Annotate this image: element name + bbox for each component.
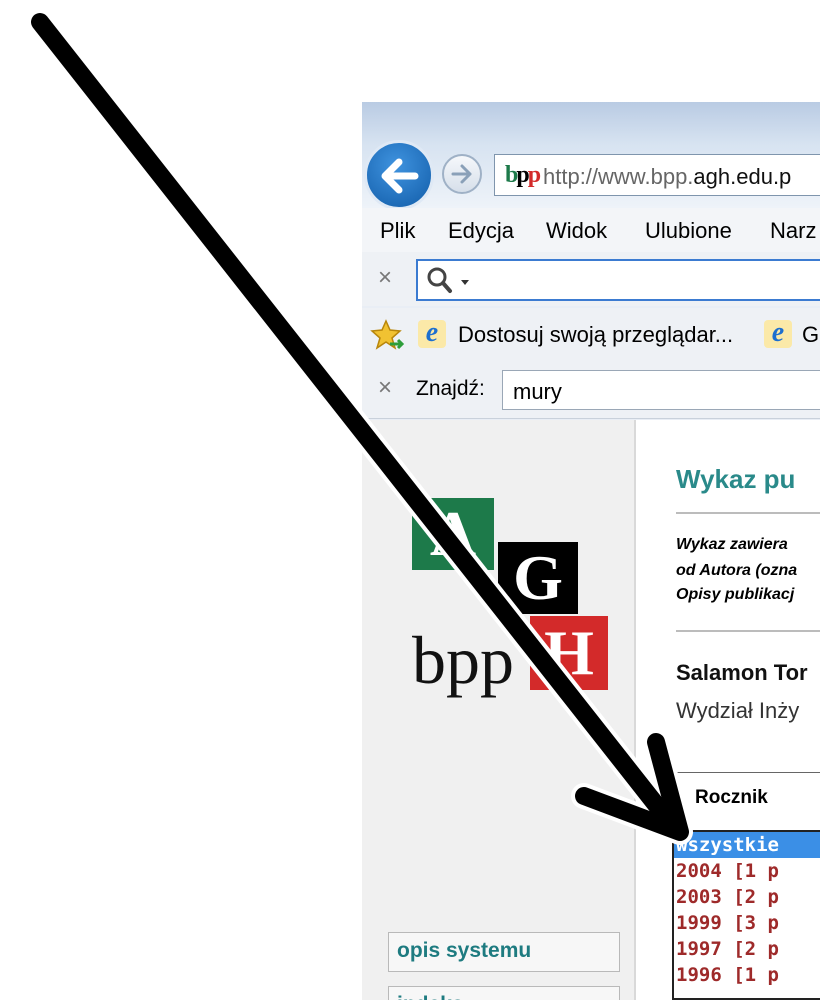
favorite-link-dostosuj[interactable]: Dostosuj swoją przeglądar... xyxy=(458,322,733,348)
address-url: http://www.bpp.agh.edu.p xyxy=(543,164,791,190)
ie-page-icon: e xyxy=(418,319,446,348)
left-sidebar: A G H bpp opis systemu indeks xyxy=(362,420,636,1000)
browser-window: bpp http://www.bpp.agh.edu.p Plik Edycja… xyxy=(362,102,820,1000)
menu-plik[interactable]: Plik xyxy=(380,218,415,244)
logo-g: G xyxy=(498,542,578,614)
back-button[interactable] xyxy=(364,140,434,210)
divider xyxy=(676,630,820,632)
page-content: A G H bpp opis systemu indeks Wykaz pu W… xyxy=(362,420,820,1000)
menu-widok[interactable]: Widok xyxy=(546,218,607,244)
search-toolbar: × xyxy=(362,252,820,306)
url-host: agh.edu.p xyxy=(693,164,792,189)
close-icon[interactable]: × xyxy=(378,374,392,402)
back-arrow-icon xyxy=(381,158,419,194)
page-title: Wykaz pu xyxy=(676,464,796,494)
description-line-1: Wykaz zawiera xyxy=(676,536,788,553)
year-option-1996[interactable]: 1996 [1 p xyxy=(674,962,820,988)
year-select-list[interactable]: wszystkie 2004 [1 p 2003 [2 p 1999 [3 p … xyxy=(672,830,820,1000)
logo-bpp-text: bpp xyxy=(412,622,514,698)
ie-page-icon: e xyxy=(764,319,792,348)
dropdown-caret-icon xyxy=(461,280,469,285)
divider xyxy=(676,512,820,514)
find-input[interactable]: mury xyxy=(502,370,820,410)
menu-narzedzia[interactable]: Narz xyxy=(770,218,816,244)
favorite-link-g[interactable]: G xyxy=(802,322,819,348)
close-icon[interactable]: × xyxy=(378,264,392,292)
year-filter-label: Rocznik xyxy=(695,787,768,808)
url-prefix: http://www.bpp. xyxy=(543,164,694,189)
menu-edycja[interactable]: Edycja xyxy=(448,218,514,244)
favorites-bar: e Dostosuj swoją przeglądar... e G xyxy=(362,308,820,360)
forward-arrow-icon xyxy=(451,164,472,184)
agh-bpp-logo[interactable]: A G H bpp xyxy=(362,420,634,720)
sidebar-link-indeks[interactable]: indeks xyxy=(388,986,620,1000)
logo-h: H xyxy=(530,616,608,690)
year-option-1997[interactable]: 1997 [2 p xyxy=(674,936,820,962)
find-bar: × Znajdź: mury xyxy=(362,360,820,419)
bpp-favicon-icon: bpp xyxy=(505,162,541,188)
search-input[interactable] xyxy=(416,259,820,301)
description-line-3: Opisy publikacj xyxy=(676,586,795,603)
forward-button[interactable] xyxy=(442,154,482,194)
address-bar[interactable]: bpp http://www.bpp.agh.edu.p xyxy=(494,154,820,196)
year-option-2003[interactable]: 2003 [2 p xyxy=(674,884,820,910)
sidebar-link-opis-systemu[interactable]: opis systemu xyxy=(388,932,620,972)
author-name: Salamon Tor xyxy=(676,660,808,685)
year-option-2004[interactable]: 2004 [1 p xyxy=(674,858,820,884)
favorites-star-icon[interactable] xyxy=(370,318,406,354)
description-line-2: od Autora (ozna xyxy=(676,562,798,579)
menu-ulubione[interactable]: Ulubione xyxy=(645,218,732,244)
main-content: Wykaz pu Wykaz zawiera od Autora (ozna O… xyxy=(636,420,820,1000)
menu-bar: Plik Edycja Widok Ulubione Narz xyxy=(362,208,820,252)
year-option-all[interactable]: wszystkie xyxy=(674,832,820,858)
browser-titlebar: bpp http://www.bpp.agh.edu.p xyxy=(362,102,820,210)
year-option-1999[interactable]: 1999 [3 p xyxy=(674,910,820,936)
search-icon xyxy=(427,267,469,293)
department-name: Wydział Inży xyxy=(676,698,800,723)
find-label: Znajdź: xyxy=(416,377,485,400)
logo-a: A xyxy=(412,498,494,570)
